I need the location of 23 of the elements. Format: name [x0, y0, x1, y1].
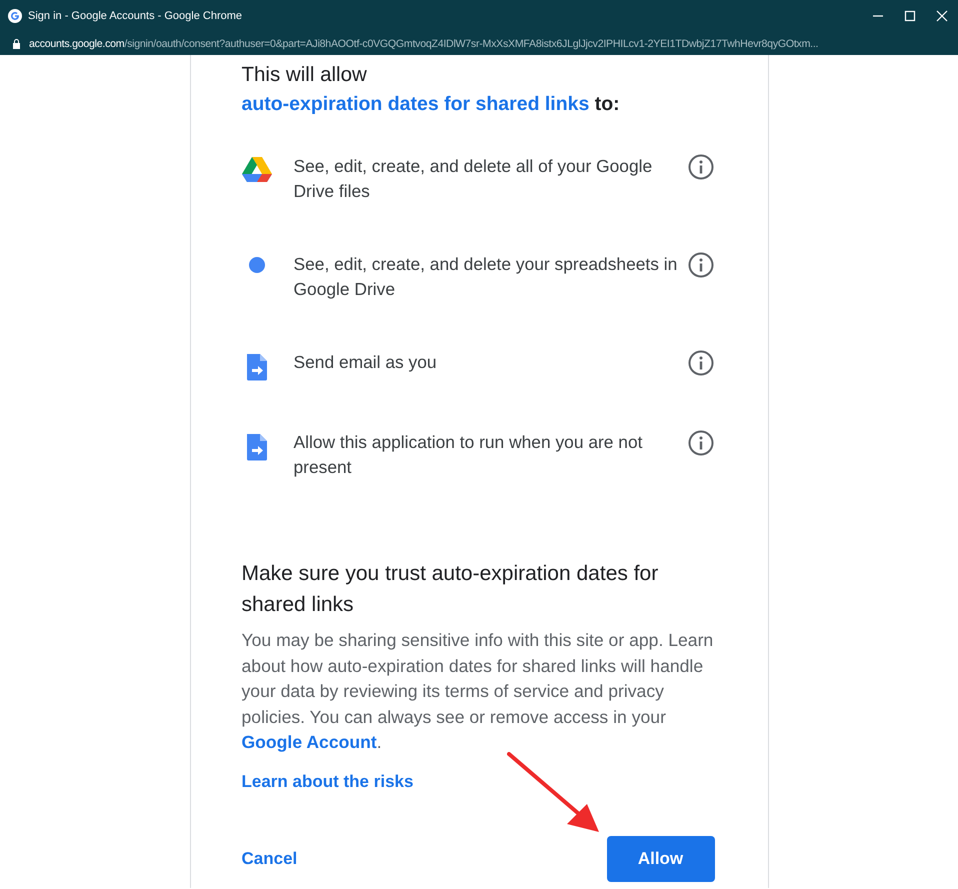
info-icon[interactable]	[688, 350, 714, 376]
window-title: Sign in - Google Accounts - Google Chrome	[28, 10, 244, 22]
consent-subheading: auto-expiration dates for shared links to:	[242, 93, 621, 116]
info-icon[interactable]	[688, 430, 714, 456]
close-icon[interactable]	[936, 10, 948, 22]
permission-text: Allow this application to run when you are not present	[294, 431, 644, 479]
cancel-button[interactable]: Cancel	[242, 840, 298, 876]
trust-heading: Make sure you trust auto-expiration dates for shared links	[242, 561, 660, 618]
google-account-link[interactable]: Google Account	[242, 732, 377, 752]
permission-text: Send email as you	[294, 351, 438, 374]
learn-risks-link[interactable]: Learn about the risks	[242, 772, 414, 792]
allow-button[interactable]: Allow	[606, 836, 714, 882]
permission-text: See, edit, create, and delete your spreadsheets in Google Drive	[294, 253, 678, 301]
maximize-icon[interactable]	[904, 10, 916, 22]
permission-text: See, edit, create, and delete all of your Google Drive files	[294, 155, 654, 203]
info-icon[interactable]	[688, 252, 714, 278]
address-url[interactable]: accounts.google.com/signin/oauth/consent?authuser=0&part=AJi8hAOOtf-c0VGQGmtvoqZ4IDlW7sr-MxXsXMFA8istx6JLglJjcv2IPHILcv1-2YEI1TDwbjZ17TwhHevr8qyGOtxm...	[29, 38, 818, 50]
lock-icon	[12, 38, 21, 49]
drive-icon	[242, 156, 272, 182]
info-icon[interactable]	[688, 154, 714, 180]
consent-heading: This will allow	[242, 63, 368, 87]
google-icon	[8, 9, 22, 23]
trust-paragraph: You may be sharing sensitive info with this site or app. Learn about how auto-expiration dates for shared links will handle your data by reviewing its terms of service and privacy policies. You can always see or remove access in your Google Account.	[242, 629, 714, 754]
